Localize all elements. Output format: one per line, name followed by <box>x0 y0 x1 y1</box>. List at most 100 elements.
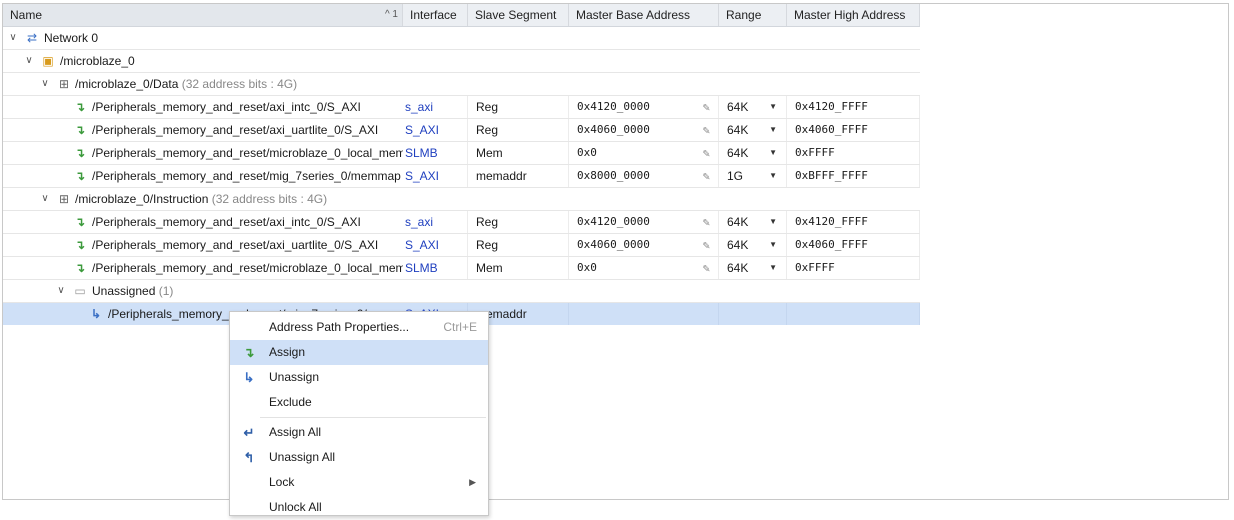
caret-down-icon: ▼ <box>769 148 777 157</box>
caret-down-icon: ▼ <box>769 263 777 272</box>
tree-row-processor[interactable]: ∨ ▣ /microblaze_0 <box>3 50 920 73</box>
table-row[interactable]: ↴ /Peripherals_memory_and_reset/axi_uart… <box>3 119 920 142</box>
caret-down-icon: ▼ <box>769 217 777 226</box>
chevron-down-icon[interactable]: ∨ <box>55 280 67 302</box>
master-high-address-cell: 0xFFFF <box>787 257 920 279</box>
unassigned-label: Unassigned <box>92 284 156 298</box>
column-header-master-high-address[interactable]: Master High Address <box>787 4 920 26</box>
menu-item-label: Exclude <box>269 395 312 409</box>
chevron-down-icon[interactable]: ∨ <box>7 27 19 49</box>
pencil-icon[interactable]: ✎ <box>703 96 710 118</box>
table-row[interactable]: ↴ /Peripherals_memory_and_reset/microbla… <box>3 257 920 280</box>
menu-item-assign-all[interactable]: ↵ Assign All <box>230 420 488 445</box>
master-base-address-cell[interactable]: 0x4060_0000 ✎ <box>569 234 719 256</box>
caret-down-icon: ▼ <box>769 102 777 111</box>
interface-link[interactable]: S_AXI <box>403 165 468 187</box>
caret-down-icon: ▼ <box>769 125 777 134</box>
interface-link[interactable]: SLMB <box>403 257 468 279</box>
range-value: 64K <box>727 146 749 160</box>
column-header-name[interactable]: Name ^ 1 <box>3 4 403 26</box>
slave-segment-cell: Reg <box>468 119 569 141</box>
master-base-address-cell[interactable]: 0x4120_0000 ✎ <box>569 96 719 118</box>
column-header-name-label: Name <box>10 8 43 22</box>
master-base-address-cell[interactable]: 0x8000_0000 ✎ <box>569 165 719 187</box>
slave-segment-cell: Mem <box>468 142 569 164</box>
range-value: 64K <box>727 261 749 275</box>
menu-item-unassign[interactable]: ↳ Unassign <box>230 365 488 390</box>
processor-label: /microblaze_0 <box>60 54 135 68</box>
interface-link[interactable]: S_AXI <box>403 119 468 141</box>
range-dropdown[interactable]: 64K ▼ <box>719 142 787 164</box>
table-row[interactable]: ↴ /Peripherals_memory_and_reset/mig_7ser… <box>3 165 920 188</box>
folder-icon: ▭ <box>74 284 86 298</box>
range-value: 64K <box>727 238 749 252</box>
range-dropdown[interactable]: 64K ▼ <box>719 211 787 233</box>
sort-indicator: ^ 1 <box>384 9 398 20</box>
range-dropdown[interactable]: 1G ▼ <box>719 165 787 187</box>
pencil-icon[interactable]: ✎ <box>703 234 710 256</box>
menu-item-address-path-properties[interactable]: Address Path Properties... Ctrl+E <box>230 315 488 340</box>
data-space-label: /microblaze_0/Data <box>75 77 179 91</box>
network-icon: ⇄ <box>26 31 38 45</box>
table-row[interactable]: ↴ /Peripherals_memory_and_reset/microbla… <box>3 142 920 165</box>
master-high-address-cell <box>787 303 920 325</box>
column-header-range[interactable]: Range <box>719 4 787 26</box>
menu-separator <box>260 417 486 418</box>
tree-row-network[interactable]: ∨ ⇄ Network 0 <box>3 27 920 50</box>
master-high-address-cell: 0x4120_FFFF <box>787 96 920 118</box>
menu-item-unlock-all[interactable]: Unlock All <box>230 495 488 520</box>
master-base-address-cell <box>569 303 719 325</box>
base-address-value: 0x0 <box>577 146 597 159</box>
column-header-master-base-address[interactable]: Master Base Address <box>569 4 719 26</box>
table-row[interactable]: ↴ /Peripherals_memory_and_reset/axi_uart… <box>3 234 920 257</box>
table-row[interactable]: ↴ /Peripherals_memory_and_reset/axi_intc… <box>3 96 920 119</box>
instruction-space-label: /microblaze_0/Instruction <box>75 192 209 206</box>
chevron-down-icon[interactable]: ∨ <box>39 73 51 95</box>
master-high-address-cell: 0x4060_FFFF <box>787 234 920 256</box>
tree-row-data-space[interactable]: ∨ ⊞ /microblaze_0/Data (32 address bits … <box>3 73 920 96</box>
pencil-icon[interactable]: ✎ <box>703 119 710 141</box>
range-dropdown[interactable]: 64K ▼ <box>719 257 787 279</box>
master-base-address-cell[interactable]: 0x0 ✎ <box>569 257 719 279</box>
unassign-all-icon: ↰ <box>243 450 255 465</box>
table-row[interactable]: ↴ /Peripherals_memory_and_reset/axi_intc… <box>3 211 920 234</box>
assigned-segment-icon: ↴ <box>74 100 86 114</box>
pencil-icon[interactable]: ✎ <box>703 165 710 187</box>
menu-item-assign[interactable]: ↴ Assign <box>230 340 488 365</box>
pencil-icon[interactable]: ✎ <box>703 211 710 233</box>
interface-link[interactable]: s_axi <box>403 96 468 118</box>
interface-link[interactable]: SLMB <box>403 142 468 164</box>
pencil-icon[interactable]: ✎ <box>703 142 710 164</box>
master-base-address-cell[interactable]: 0x4120_0000 ✎ <box>569 211 719 233</box>
menu-item-exclude[interactable]: Exclude <box>230 390 488 415</box>
interface-link[interactable]: S_AXI <box>403 234 468 256</box>
slave-segment-cell: memaddr <box>468 165 569 187</box>
range-dropdown[interactable]: 64K ▼ <box>719 119 787 141</box>
chevron-down-icon[interactable]: ∨ <box>23 50 35 72</box>
menu-item-unassign-all[interactable]: ↰ Unassign All <box>230 445 488 470</box>
tree-row-instruction-space[interactable]: ∨ ⊞ /microblaze_0/Instruction (32 addres… <box>3 188 920 211</box>
segment-path: /Peripherals_memory_and_reset/axi_uartli… <box>92 123 379 137</box>
slave-segment-cell: Reg <box>468 96 569 118</box>
interface-link[interactable]: s_axi <box>403 211 468 233</box>
column-header-slave-segment[interactable]: Slave Segment <box>468 4 569 26</box>
tree-row-unassigned[interactable]: ∨ ▭ Unassigned (1) <box>3 280 920 303</box>
grid-icon: ⊞ <box>58 77 70 91</box>
column-header-interface[interactable]: Interface <box>403 4 468 26</box>
chevron-down-icon[interactable]: ∨ <box>39 188 51 210</box>
master-high-address-cell: 0x4060_FFFF <box>787 119 920 141</box>
unassigned-segment-icon: ↳ <box>90 307 102 321</box>
master-high-address-cell: 0x4120_FFFF <box>787 211 920 233</box>
range-dropdown[interactable]: 64K ▼ <box>719 96 787 118</box>
master-base-address-cell[interactable]: 0x0 ✎ <box>569 142 719 164</box>
segment-path: /Peripherals_memory_and_reset/axi_intc_0… <box>92 100 361 114</box>
master-base-address-cell[interactable]: 0x4060_0000 ✎ <box>569 119 719 141</box>
segment-path: /Peripherals_memory_and_reset/mig_7serie… <box>92 169 401 183</box>
slave-segment-cell: Mem <box>468 257 569 279</box>
range-dropdown[interactable]: 64K ▼ <box>719 234 787 256</box>
menu-item-lock[interactable]: Lock ▶ <box>230 470 488 495</box>
base-address-value: 0x4120_0000 <box>577 100 650 113</box>
context-menu: Address Path Properties... Ctrl+E ↴ Assi… <box>229 311 489 516</box>
range-value: 1G <box>727 169 744 183</box>
pencil-icon[interactable]: ✎ <box>703 257 710 279</box>
